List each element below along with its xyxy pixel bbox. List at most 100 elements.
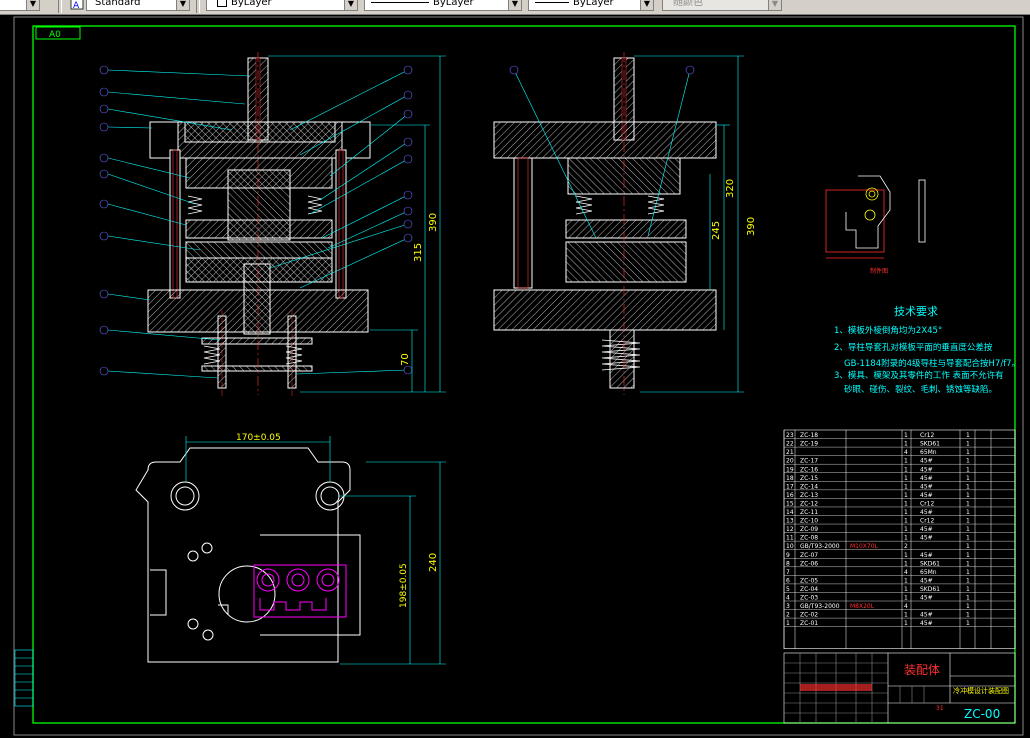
dim-front-390: 390 — [428, 213, 439, 232]
bom-cell: ZC-11 — [800, 509, 818, 516]
chevron-down-icon: ▼ — [26, 0, 39, 10]
text-style-icon[interactable]: A — [70, 0, 84, 10]
text-style-value: Standard — [95, 0, 141, 8]
side-section-view[interactable] — [493, 52, 717, 395]
bom-cell: 1 — [966, 509, 970, 516]
left-dropdown[interactable]: ▼ — [0, 0, 40, 11]
bom-cell: 45# — [920, 458, 933, 465]
bom-cell: 45# — [920, 577, 933, 584]
bom-cell: 1 — [966, 518, 970, 525]
bom-cell: ZC-08 — [800, 535, 818, 542]
bom-cell: 1 — [904, 441, 908, 448]
bom-cell: 1 — [904, 552, 908, 559]
linetype-dropdown[interactable]: ByLayer ▼ — [364, 0, 522, 11]
dim-side-390: 390 — [746, 217, 757, 236]
bom-cell: 1 — [904, 458, 908, 465]
bom-cell: 1 — [786, 620, 790, 627]
title-assembly: 装配体 — [904, 663, 940, 677]
bom-cell: 13 — [786, 518, 794, 525]
bom-cell: 2 — [904, 543, 908, 550]
bom-cell: 65Mn — [920, 569, 937, 576]
plotstyle-value: 随颜色 — [673, 0, 703, 8]
bom-cell: 4 — [904, 569, 908, 576]
bom-cell: ZC-03 — [800, 595, 818, 602]
bom-cell: 1 — [966, 526, 970, 533]
dim-side-320: 320 — [725, 179, 736, 198]
bom-cell: 4 — [786, 595, 790, 602]
plan-view[interactable] — [135, 447, 361, 663]
bom-cell: 1 — [966, 586, 970, 593]
bom-cell: 1 — [966, 492, 970, 499]
bom-cell: 1 — [966, 577, 970, 584]
bom-cell: 1 — [904, 577, 908, 584]
bom-cell: ZC-01 — [800, 620, 818, 627]
bom-cell: 23 — [786, 432, 794, 439]
dim-front-315: 315 — [413, 243, 424, 262]
bom-cell: ZC-05 — [800, 577, 818, 584]
bom-cell: 45# — [920, 535, 933, 542]
bom-cell: 15 — [786, 500, 794, 507]
plan-dimensions — [185, 436, 446, 665]
layer-color-dropdown[interactable]: ByLayer ▼ — [206, 0, 358, 11]
bom-cell: 1 — [966, 552, 970, 559]
bom-cell: 1 — [904, 509, 908, 516]
tech-line-1: 1、模板外棱倒角均为2X45° — [834, 325, 942, 336]
strip-layout — [253, 564, 347, 618]
bom-cell: 8 — [786, 560, 790, 567]
bom-cell: 1 — [904, 560, 908, 567]
title-drawing-name: 冷冲模设计装配图 — [953, 686, 1009, 695]
bom-cell: 1 — [966, 483, 970, 490]
bom-cell: 4 — [904, 603, 908, 610]
bom-cell: 22 — [786, 441, 794, 448]
bom-cell: 9 — [786, 552, 790, 559]
bom-cell: GB/T93-2000 — [800, 543, 840, 550]
lineweight-dropdown[interactable]: ByLayer ▼ — [528, 0, 654, 11]
bom-cell: 1 — [904, 595, 908, 602]
tech-title: 技术要求 — [894, 305, 938, 318]
bom-cell: 1 — [966, 466, 970, 473]
bom-cell: 45# — [920, 492, 933, 499]
part-drawing-label: 制件图 — [870, 267, 888, 275]
bom-cell: ZC-16 — [800, 466, 818, 473]
chevron-down-icon: ▼ — [508, 0, 521, 10]
bom-cell: 1 — [904, 492, 908, 499]
bom-cell: 10 — [786, 543, 794, 550]
bom-cell: 1 — [966, 475, 970, 482]
svg-text:A: A — [73, 1, 80, 10]
toolbar-separator — [58, 0, 62, 13]
bom-cell: 11 — [786, 535, 794, 542]
part-drawing[interactable] — [825, 175, 926, 259]
chevron-down-icon: ▼ — [176, 0, 189, 10]
bom-cell: ZC-09 — [800, 526, 818, 533]
linetype-preview — [371, 1, 429, 3]
bom-cell: 1 — [966, 441, 970, 448]
tech-line-2: 2、导柱导套孔对模板平面的垂直度公差按 — [834, 342, 993, 353]
dim-plan-height: 240 — [428, 553, 439, 572]
bom-cell: 65Mn — [920, 449, 937, 456]
drawing-canvas[interactable]: A0 390 315 70 245 320 390 制件图 技术要求 1、模板外… — [0, 14, 1030, 738]
dim-plan-inner: 198±0.05 — [399, 563, 409, 608]
bom-cell: 1 — [966, 595, 970, 602]
color-swatch-icon — [217, 0, 227, 7]
bom-cell: 1 — [966, 603, 970, 610]
title-sheet-number: 31 — [936, 705, 944, 712]
bom-cell: 45# — [920, 475, 933, 482]
bom-cell: 1 — [904, 526, 908, 533]
layer-color-value: ByLayer — [231, 0, 272, 8]
bom-cell: 1 — [904, 432, 908, 439]
bom-cell: 1 — [966, 449, 970, 456]
text-style-dropdown[interactable]: Standard ▼ — [86, 0, 190, 11]
properties-toolbar: ▼ A Standard ▼ ByLayer ▼ ByLayer ▼ ByLayer ▼… — [0, 0, 1030, 15]
plotstyle-dropdown[interactable]: 随颜色 ▼ — [662, 0, 782, 11]
bom-cell: 45# — [920, 612, 933, 619]
bom-cell: 1 — [966, 620, 970, 627]
bill-of-materials[interactable]: 23 ZC-18 1 Cr12 122 ZC-19 1 SKD61 121 4 65Mn 120 ZC-… — [783, 429, 1016, 649]
bom-cell: Cr12 — [920, 432, 934, 439]
dim-side-245: 245 — [711, 221, 722, 240]
bom-cell: 1 — [966, 612, 970, 619]
bom-cell: 1 — [966, 432, 970, 439]
bom-cell: ZC-12 — [800, 500, 818, 507]
bom-cell: 20 — [786, 458, 794, 465]
revision-label: A0 — [49, 30, 61, 40]
tech-line-3: GB-1184附录的4级导柱与导套配合按H7/f7。 — [844, 358, 1020, 369]
